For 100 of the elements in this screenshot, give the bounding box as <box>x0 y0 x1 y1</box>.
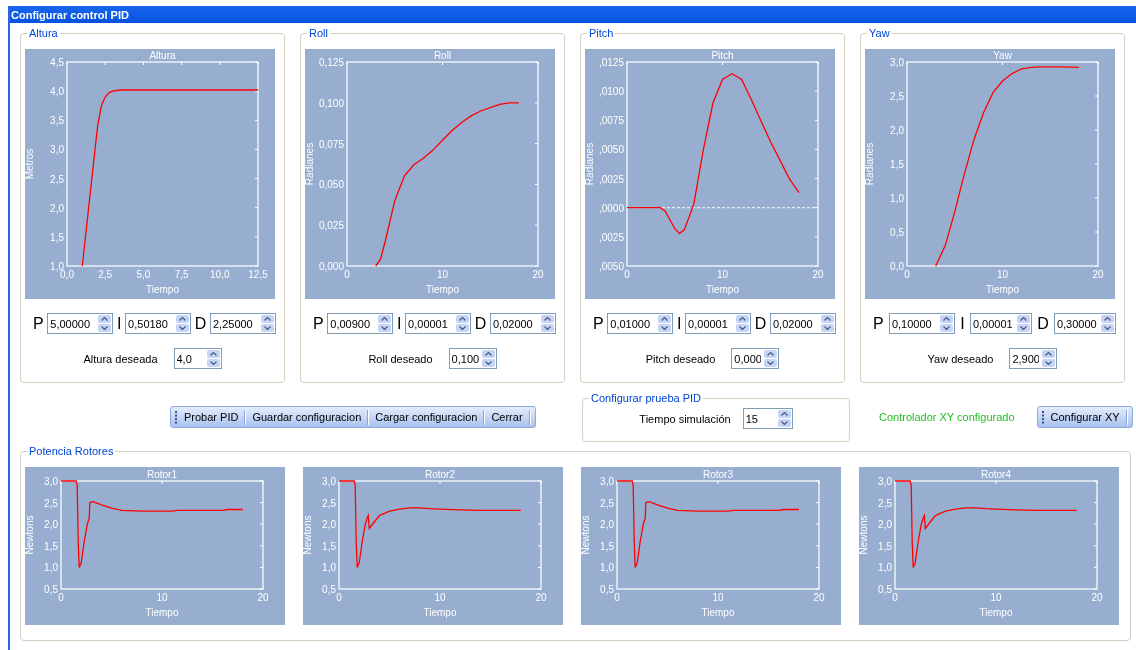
tick-label: 5,0 <box>136 269 151 280</box>
spin-box[interactable]: 0,00001 <box>685 313 752 334</box>
group-title: Configurar prueba PID <box>590 392 703 404</box>
spin-down-button[interactable] <box>378 324 392 332</box>
spin-box[interactable]: 0,02000 <box>769 313 836 334</box>
number-field[interactable]: 2,25000 <box>210 314 260 333</box>
spin-up-button[interactable] <box>206 350 220 358</box>
spin-box[interactable]: 0,100 <box>448 348 497 369</box>
spin-up-button[interactable] <box>176 315 190 323</box>
tick-label: ,0100 <box>598 86 624 98</box>
spin-up-button[interactable] <box>481 350 495 358</box>
axis-title: Radianes <box>865 142 875 186</box>
number-field[interactable]: 0,100 <box>449 349 481 368</box>
chevron-down-icon <box>101 326 109 330</box>
toolbar-button[interactable]: Cerrar <box>485 408 529 426</box>
spin-box[interactable]: 0,01000 <box>607 313 674 334</box>
toolbar-button[interactable]: Guardar configuracion <box>246 408 368 426</box>
chevron-down-icon <box>543 326 551 330</box>
gain-label: I <box>117 314 122 333</box>
number-field[interactable]: 2,900 <box>1010 349 1042 368</box>
spin-down-button[interactable] <box>456 324 470 332</box>
axis-title: Metros <box>25 148 35 180</box>
toolbar-button[interactable]: Probar PID <box>178 408 245 426</box>
spin-down-button[interactable] <box>1100 324 1114 332</box>
tick-label: 3,0 <box>44 476 58 487</box>
chevron-up-icon <box>1103 317 1111 321</box>
spin-up-button[interactable] <box>378 315 392 323</box>
spin-up-button[interactable] <box>658 315 672 323</box>
spin-down-button[interactable] <box>98 324 112 332</box>
group-title: Pitch <box>588 27 615 39</box>
spin-box[interactable]: 0,30000 <box>1053 313 1116 334</box>
spin-box[interactable]: 0,00001 <box>405 313 472 334</box>
grip-icon[interactable] <box>175 410 178 424</box>
spin-up-button[interactable] <box>98 315 112 323</box>
number-field[interactable]: 0,00001 <box>686 314 736 333</box>
number-field[interactable]: 0,02000 <box>490 314 540 333</box>
spin-down-button[interactable] <box>481 359 495 367</box>
spin-box[interactable]: 15 <box>742 408 793 429</box>
number-field[interactable]: 0,50180 <box>126 314 176 333</box>
gain-label: P <box>33 314 44 333</box>
number-field[interactable]: 0,02000 <box>770 314 820 333</box>
chevron-up-icon <box>661 317 669 321</box>
spin-up-button[interactable] <box>820 315 834 323</box>
axis-title: Tiempo <box>145 607 179 618</box>
number-field[interactable]: 0,10000 <box>889 314 939 333</box>
number-field[interactable]: 0,30000 <box>1054 314 1100 333</box>
spin-down-button[interactable] <box>1016 324 1030 332</box>
toolbar-button[interactable]: Cargar configuracion <box>369 408 484 426</box>
chevron-up-icon <box>1019 317 1027 321</box>
number-field[interactable]: 0,01000 <box>608 314 658 333</box>
spin-down-button[interactable] <box>658 324 672 332</box>
chevron-up-icon <box>484 352 492 356</box>
axis-title: Radianes <box>585 142 595 186</box>
spin-down-button[interactable] <box>176 324 190 332</box>
spin-up-button[interactable] <box>260 315 274 323</box>
chevron-down-icon <box>767 361 775 365</box>
spin-down-button[interactable] <box>777 419 791 427</box>
spin-up-button[interactable] <box>1042 350 1056 358</box>
number-field[interactable]: 0,000 <box>732 349 764 368</box>
spin-up-button[interactable] <box>456 315 470 323</box>
spin-up-button[interactable] <box>777 410 791 418</box>
number-field[interactable]: 0,00900 <box>328 314 378 333</box>
spin-box[interactable]: 0,50180 <box>125 313 192 334</box>
number-field[interactable]: 0,00001 <box>406 314 456 333</box>
gain-label: D <box>754 314 767 333</box>
spin-down-button[interactable] <box>939 324 953 332</box>
spin-down-button[interactable] <box>736 324 750 332</box>
spin-box[interactable]: 0,10000 <box>888 313 955 334</box>
spin-down-button[interactable] <box>260 324 274 332</box>
tick-label: 0,5 <box>44 584 58 595</box>
spin-box[interactable]: 0,00900 <box>327 313 394 334</box>
spin-up-button[interactable] <box>764 350 778 358</box>
spin-box[interactable]: 2,25000 <box>209 313 276 334</box>
number-field[interactable]: 4,0 <box>174 349 206 368</box>
spin-box[interactable]: 4,0 <box>173 348 222 369</box>
spin-box[interactable]: 2,900 <box>1009 348 1058 369</box>
chevron-down-icon <box>209 361 217 365</box>
spin-up-button[interactable] <box>1100 315 1114 323</box>
chevron-up-icon <box>942 317 950 321</box>
spin-down-button[interactable] <box>540 324 554 332</box>
spin-box[interactable]: 0,02000 <box>489 313 556 334</box>
tick-label: 10 <box>996 269 1009 280</box>
chevron-up-icon <box>209 352 217 356</box>
number-field[interactable]: 0,00001 <box>970 314 1016 333</box>
spin-down-button[interactable] <box>764 359 778 367</box>
number-field[interactable]: 15 <box>743 409 777 428</box>
spin-box[interactable]: 0,000 <box>731 348 780 369</box>
spin-up-button[interactable] <box>736 315 750 323</box>
spin-down-button[interactable] <box>206 359 220 367</box>
grip-icon[interactable] <box>1041 410 1045 424</box>
number-field[interactable]: 5,00000 <box>48 314 98 333</box>
spin-box[interactable]: 0,00001 <box>969 313 1032 334</box>
spin-down-button[interactable] <box>1042 359 1056 367</box>
spin-down-button[interactable] <box>820 324 834 332</box>
spin-box[interactable]: 5,00000 <box>47 313 114 334</box>
tick-label: 0,0 <box>890 261 904 272</box>
spin-up-button[interactable] <box>540 315 554 323</box>
spin-up-button[interactable] <box>939 315 953 323</box>
toolbar-button[interactable]: Configurar XY <box>1044 408 1126 426</box>
spin-up-button[interactable] <box>1016 315 1030 323</box>
